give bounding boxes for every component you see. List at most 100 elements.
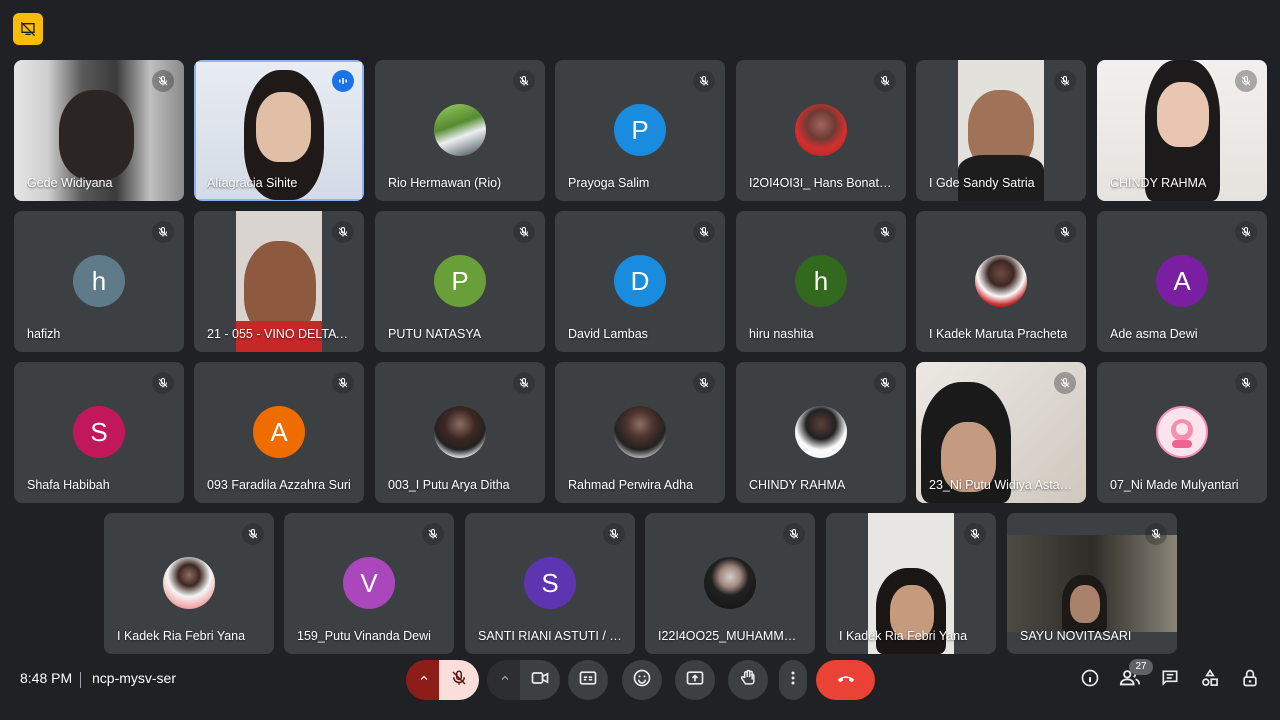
participant-tile[interactable]: P PUTU NATASYA: [375, 211, 545, 352]
captions-icon: [578, 668, 598, 693]
participant-tile[interactable]: CHINDY RAHMA: [1097, 60, 1267, 201]
camera-icon: [530, 668, 550, 693]
participant-tile[interactable]: I Kadek Maruta Pracheta: [916, 211, 1086, 352]
participant-name: Rahmad Perwira Adha: [568, 478, 694, 492]
participant-name: Altagracia Sihite: [207, 176, 298, 190]
mic-off-icon: [783, 523, 805, 545]
participant-name: 07_Ni Made Mulyantari: [1110, 478, 1239, 492]
participant-tile[interactable]: V 159_Putu Vinanda Dewi: [284, 513, 454, 654]
participant-photo: [163, 557, 215, 609]
participant-name: 21 - 055 - VINO DELTAY…: [207, 327, 352, 341]
mic-off-icon: [874, 70, 896, 92]
participant-name: Prayoga Salim: [568, 176, 650, 190]
participant-tile[interactable]: I2OI4OI3I_ Hans Bonatu…: [736, 60, 906, 201]
reactions-button[interactable]: [622, 660, 662, 700]
mic-off-icon: [693, 70, 715, 92]
mic-off-icon: [1235, 70, 1257, 92]
participant-name: CHINDY RAHMA: [749, 478, 846, 492]
audio-options-button[interactable]: [406, 660, 442, 700]
emoji-icon: [632, 668, 652, 693]
raise-hand-button[interactable]: [728, 660, 768, 700]
participant-name: I22I4OO25_MUHAMMA…: [658, 629, 803, 643]
participant-name: David Lambas: [568, 327, 648, 341]
more-options-button[interactable]: [779, 660, 807, 700]
participant-name: 23_Ni Putu Widiya Astari…: [929, 478, 1074, 492]
activities-icon[interactable]: [1198, 666, 1222, 690]
participant-tile-speaking[interactable]: Altagracia Sihite: [194, 60, 364, 201]
participant-tile[interactable]: CHINDY RAHMA: [736, 362, 906, 503]
participant-photo: [795, 104, 847, 156]
participant-photo: [1156, 406, 1208, 458]
mic-off-icon: [603, 523, 625, 545]
participant-tile[interactable]: I Kadek Ria Febri Yana: [826, 513, 996, 654]
mic-off-icon: [513, 221, 535, 243]
host-controls-icon[interactable]: [1238, 666, 1262, 690]
mic-off-icon: [332, 221, 354, 243]
participant-name: Shafa Habibah: [27, 478, 110, 492]
mic-toggle-button[interactable]: [439, 660, 479, 700]
participant-tile[interactable]: 003_I Putu Arya Ditha: [375, 362, 545, 503]
mic-off-icon: [874, 221, 896, 243]
more-arrow-icon: [499, 671, 511, 689]
mic-off-icon: [513, 70, 535, 92]
participant-initial: S: [73, 406, 125, 458]
mic-off-icon: [693, 372, 715, 394]
presentation-off-icon[interactable]: [13, 13, 43, 45]
leave-call-button[interactable]: [816, 660, 875, 700]
participant-tile[interactable]: 23_Ni Putu Widiya Astari…: [916, 362, 1086, 503]
captions-button[interactable]: [568, 660, 608, 700]
participant-tile[interactable]: S SANTI RIANI ASTUTI / I2…: [465, 513, 635, 654]
participant-tile[interactable]: 07_Ni Made Mulyantari: [1097, 362, 1267, 503]
participant-initial: h: [73, 255, 125, 307]
participant-tile[interactable]: A 093 Faradila Azzahra Suri: [194, 362, 364, 503]
info-icon[interactable]: [1078, 666, 1102, 690]
raise-arrow-icon: [418, 671, 430, 689]
participant-tile[interactable]: Rahmad Perwira Adha: [555, 362, 725, 503]
participant-tile[interactable]: h hiru nashita: [736, 211, 906, 352]
participant-initial: S: [524, 557, 576, 609]
divider: [80, 672, 81, 688]
mic-off-icon: [964, 523, 986, 545]
participant-tile[interactable]: A Ade asma Dewi: [1097, 211, 1267, 352]
participant-tile[interactable]: I Gde Sandy Satria: [916, 60, 1086, 201]
participant-tile[interactable]: I Kadek Ria Febri Yana: [104, 513, 274, 654]
participant-name: CHINDY RAHMA: [1110, 176, 1207, 190]
mic-off-icon: [152, 221, 174, 243]
participant-tile[interactable]: Gede Widiyana: [14, 60, 184, 201]
participant-name: I2OI4OI3I_ Hans Bonatu…: [749, 176, 894, 190]
participant-name: Rio Hermawan (Rio): [388, 176, 502, 190]
participant-tile[interactable]: D David Lambas: [555, 211, 725, 352]
participant-tile[interactable]: P Prayoga Salim: [555, 60, 725, 201]
participant-tile[interactable]: I22I4OO25_MUHAMMA…: [645, 513, 815, 654]
participant-tile[interactable]: S Shafa Habibah: [14, 362, 184, 503]
participant-name: I Kadek Ria Febri Yana: [839, 629, 968, 643]
participant-name: I Gde Sandy Satria: [929, 176, 1035, 190]
participant-photo: [434, 406, 486, 458]
chat-icon[interactable]: [1158, 666, 1182, 690]
participant-name: SAYU NOVITASARI: [1020, 629, 1132, 643]
participant-initial: P: [614, 104, 666, 156]
camera-toggle-button[interactable]: [520, 660, 560, 700]
participant-tile[interactable]: h hafizh: [14, 211, 184, 352]
present-icon: [685, 668, 705, 693]
participant-photo: [434, 104, 486, 156]
participant-photo: [704, 557, 756, 609]
mic-off-icon: [422, 523, 444, 545]
mic-off-icon: [1054, 221, 1076, 243]
present-button[interactable]: [675, 660, 715, 700]
video-options-button[interactable]: [487, 660, 523, 700]
mic-off-icon: [152, 70, 174, 92]
participant-tile[interactable]: 21 - 055 - VINO DELTAY…: [194, 211, 364, 352]
meeting-code: ncp-mysv-ser: [92, 670, 177, 686]
participant-video: [1007, 535, 1177, 632]
mic-off-icon: [874, 372, 896, 394]
participant-photo: [614, 406, 666, 458]
participant-tile[interactable]: SAYU NOVITASARI: [1007, 513, 1177, 654]
mic-off-icon: [242, 523, 264, 545]
hand-icon: [738, 668, 758, 693]
control-bar: 8:48 PM ncp-mysv-ser: [0, 656, 1280, 720]
participant-name: PUTU NATASYA: [388, 327, 482, 341]
participant-tile[interactable]: Rio Hermawan (Rio): [375, 60, 545, 201]
mic-off-icon: [1235, 372, 1257, 394]
mic-off-icon: [693, 221, 715, 243]
